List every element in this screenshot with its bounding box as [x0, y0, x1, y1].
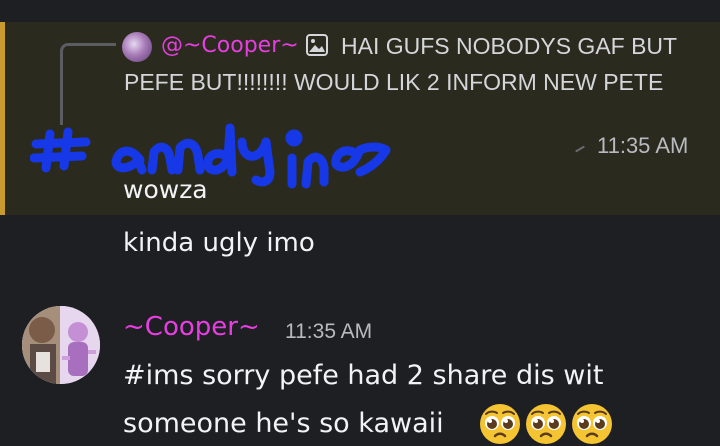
- emoji-row: [478, 402, 614, 446]
- reply-preview-line1[interactable]: HAI GUFS NOBODYS GAF BUT: [341, 33, 677, 60]
- image-icon: [306, 34, 328, 56]
- mention-highlight-bar: [0, 22, 5, 215]
- pleading-face-icon[interactable]: [570, 402, 614, 446]
- message-timestamp[interactable]: 11:35 AM: [597, 133, 688, 159]
- author-timestamp[interactable]: 11:35 AM: [285, 320, 372, 344]
- author-avatar[interactable]: [22, 306, 100, 384]
- handwritten-scribble-icon: [30, 123, 391, 189]
- message-text-followup: kinda ugly imo: [123, 228, 315, 258]
- reply-preview-line2[interactable]: PEFE BUT!!!!!!!! WOULD LIK 2 INFORM NEW …: [124, 69, 663, 96]
- message-body-line1: #ims sorry pefe had 2 share dis wit: [123, 360, 604, 391]
- message-text: wowza: [123, 175, 208, 204]
- reply-avatar[interactable]: [122, 32, 152, 62]
- chat-view: @~Cooper~ HAI GUFS NOBODYS GAF BUT PEFE …: [0, 0, 720, 446]
- pleading-face-icon[interactable]: [524, 402, 568, 446]
- reply-username[interactable]: @~Cooper~: [161, 33, 299, 58]
- pleading-face-icon[interactable]: [478, 402, 522, 446]
- author-username[interactable]: ~Cooper~: [123, 312, 260, 342]
- message-body-line2: someone he's so kawaii: [123, 408, 444, 439]
- avatar-image: [22, 306, 100, 384]
